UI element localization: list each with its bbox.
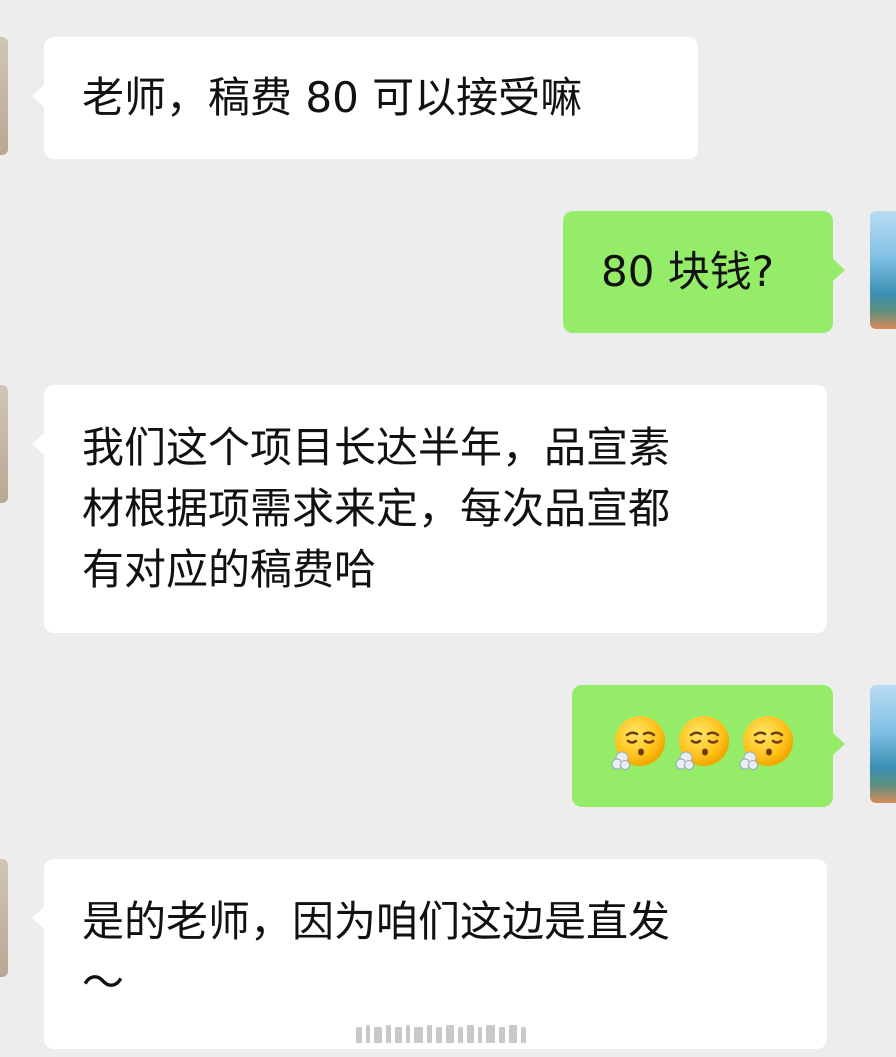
- contact-avatar[interactable]: [0, 385, 8, 503]
- message-text-line: 我们这个项目长达半年，品宣素: [82, 423, 671, 472]
- message-text-line: 材根据项需求来定，每次品宣都: [82, 484, 671, 533]
- message-bubble-outgoing[interactable]: [572, 685, 845, 807]
- message-text-line: 是的老师，因为咱们这边是直发: [82, 897, 671, 946]
- contact-avatar[interactable]: [0, 859, 8, 977]
- user-avatar[interactable]: [870, 685, 896, 803]
- message-bubble-incoming[interactable]: 老师，稿费 80 可以接受嘛: [32, 37, 698, 159]
- contact-avatar[interactable]: [0, 37, 8, 155]
- emoji-row: [610, 714, 794, 770]
- face-exhaling-icon: [611, 716, 665, 770]
- message-text: 80 块钱?: [601, 247, 775, 296]
- message-text-line: ～: [82, 958, 125, 1007]
- message-bubble-outgoing[interactable]: 80 块钱?: [563, 211, 845, 333]
- face-exhaling-icon: [739, 716, 793, 770]
- message-bubble-incoming[interactable]: 我们这个项目长达半年，品宣素 材根据项需求来定，每次品宣都 有对应的稿费哈: [32, 385, 827, 633]
- message-text-line: 有对应的稿费哈: [82, 545, 377, 594]
- face-exhaling-icon: [675, 716, 729, 770]
- message-text: 老师，稿费 80 可以接受嘛: [82, 73, 583, 122]
- user-avatar[interactable]: [870, 211, 896, 329]
- watermark-image: [356, 1025, 526, 1043]
